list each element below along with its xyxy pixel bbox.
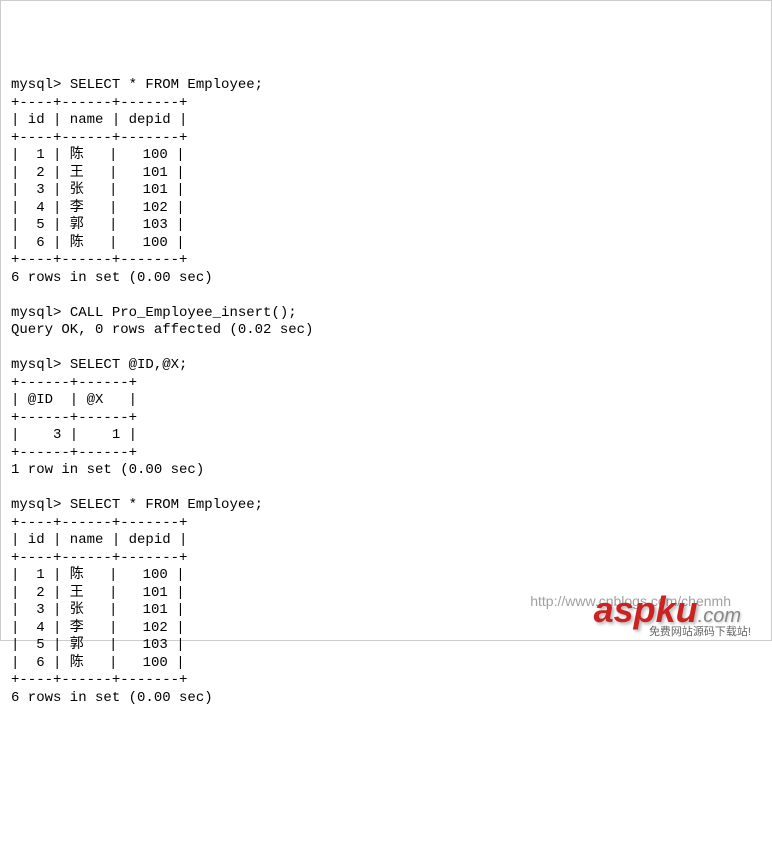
table-row: | 3 | 1 | (11, 427, 137, 443)
table-row: | 3 | 张 | 101 | (11, 602, 185, 618)
prompt: mysql> (11, 305, 70, 321)
mysql-terminal-output: mysql> SELECT * FROM Employee; +----+---… (11, 77, 761, 707)
sql-statement: SELECT * FROM Employee; (70, 77, 263, 93)
table-separator: +----+------+-------+ (11, 95, 187, 111)
table-row: | 6 | 陈 | 100 | (11, 655, 185, 671)
table-row: | 5 | 郭 | 103 | (11, 637, 185, 653)
table-row: | 2 | 王 | 101 | (11, 585, 185, 601)
status-line: 6 rows in set (0.00 sec) (11, 270, 213, 286)
table-separator: +----+------+-------+ (11, 130, 187, 146)
table-separator: +----+------+-------+ (11, 252, 187, 268)
table-row: | 1 | 陈 | 100 | (11, 567, 185, 583)
table-separator: +----+------+-------+ (11, 515, 187, 531)
table-row: | 4 | 李 | 102 | (11, 200, 185, 216)
table-row: | 1 | 陈 | 100 | (11, 147, 185, 163)
prompt: mysql> (11, 497, 70, 513)
sql-statement: SELECT @ID,@X; (70, 357, 188, 373)
status-line: Query OK, 0 rows affected (0.02 sec) (11, 322, 313, 338)
table-row: | 3 | 张 | 101 | (11, 182, 185, 198)
table-row: | 5 | 郭 | 103 | (11, 217, 185, 233)
table-row: | 4 | 李 | 102 | (11, 620, 185, 636)
watermark-url: http://www.cnblogs.com/chenmh (530, 593, 731, 611)
sql-statement: CALL Pro_Employee_insert(); (70, 305, 297, 321)
sql-statement: SELECT * FROM Employee; (70, 497, 263, 513)
table-separator: +----+------+-------+ (11, 550, 187, 566)
table-row: | 6 | 陈 | 100 | (11, 235, 185, 251)
table-separator: +------+------+ (11, 375, 137, 391)
watermark-subtitle: 免费网站源码下载站! (649, 626, 751, 640)
status-line: 6 rows in set (0.00 sec) (11, 690, 213, 706)
table-header: | @ID | @X | (11, 392, 137, 408)
table-header: | id | name | depid | (11, 112, 187, 128)
prompt: mysql> (11, 77, 70, 93)
table-row: | 2 | 王 | 101 | (11, 165, 185, 181)
table-separator: +----+------+-------+ (11, 672, 187, 688)
table-header: | id | name | depid | (11, 532, 187, 548)
status-line: 1 row in set (0.00 sec) (11, 462, 204, 478)
table-separator: +------+------+ (11, 410, 137, 426)
table-separator: +------+------+ (11, 445, 137, 461)
prompt: mysql> (11, 357, 70, 373)
